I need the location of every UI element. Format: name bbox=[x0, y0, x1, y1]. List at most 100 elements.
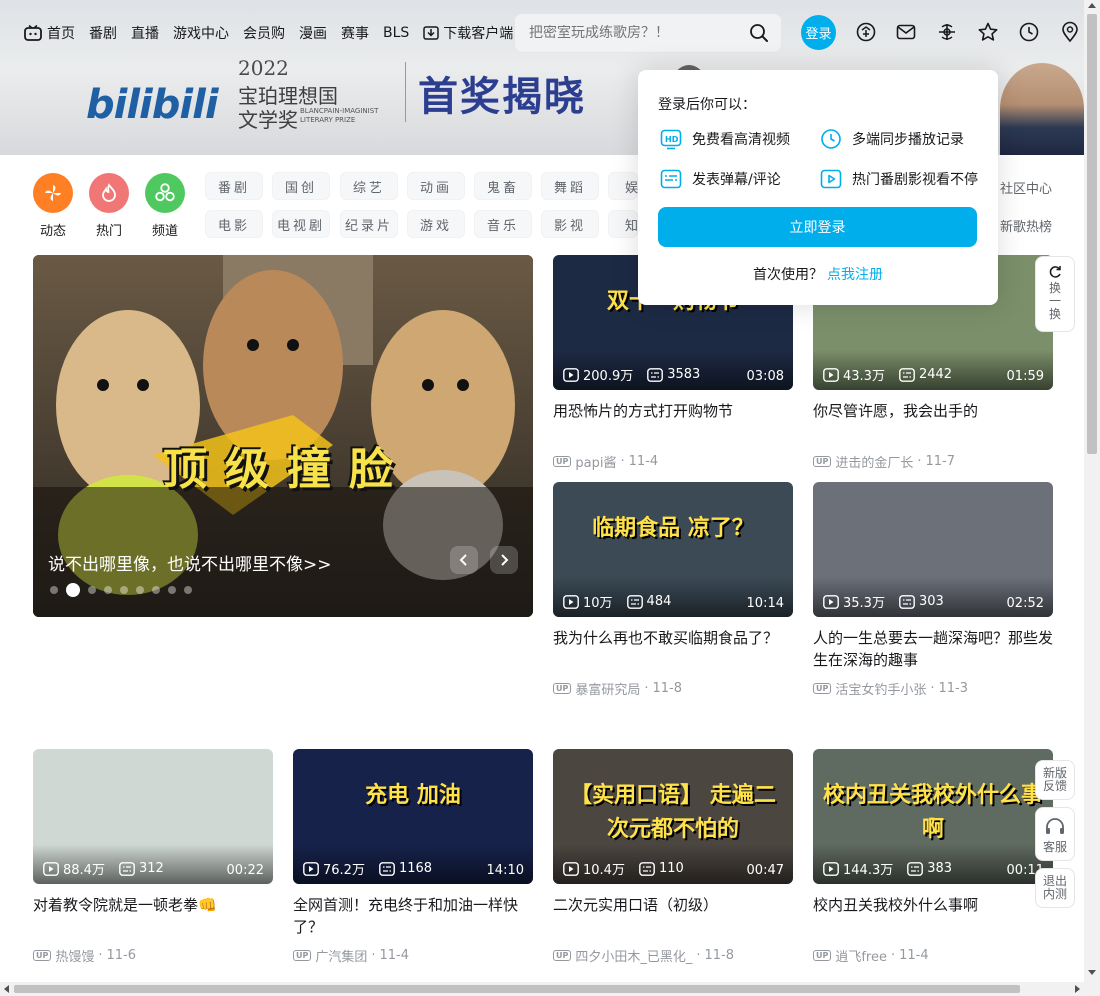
video-card[interactable]: 88.4万 312 00:22 对着教令院就是一顿老拳👊 UP 热馒馒 · 11-6 bbox=[33, 749, 273, 965]
carousel-dot[interactable] bbox=[88, 586, 96, 594]
tag-dance[interactable]: 舞蹈 bbox=[541, 172, 599, 200]
tag-entertainment[interactable]: 娱 bbox=[608, 172, 638, 200]
scroll-right-arrow[interactable] bbox=[1075, 985, 1080, 993]
tag-guichu[interactable]: 鬼畜 bbox=[474, 172, 532, 200]
nav-item-game-center[interactable]: 游戏中心 bbox=[173, 23, 229, 43]
video-title[interactable]: 你尽管许愿，我会出手的 bbox=[813, 400, 1053, 444]
horizontal-scrollbar[interactable] bbox=[0, 982, 1084, 996]
video-card[interactable]: 【实用口语】 走遍二次元都不怕的 10.4万 110 00:47 二次元实用口语（初级）… bbox=[553, 749, 793, 965]
login-avatar-button[interactable]: 登录 bbox=[801, 15, 836, 50]
video-thumbnail[interactable]: 【实用口语】 走遍二次元都不怕的 10.4万 110 00:47 bbox=[553, 749, 793, 884]
carousel-dot[interactable] bbox=[50, 586, 58, 594]
video-title[interactable]: 用恐怖片的方式打开购物节 bbox=[553, 400, 793, 444]
scroll-left-arrow[interactable] bbox=[4, 985, 9, 993]
channel-channels[interactable]: 频道 bbox=[145, 173, 185, 239]
scroll-down-arrow[interactable] bbox=[1088, 970, 1096, 975]
video-card[interactable]: 35.3万 303 02:52 人的一生总要去一趟深海吧？那些发生在深海的趣事 UP 活宝… bbox=[813, 482, 1053, 698]
carousel-dot[interactable] bbox=[152, 586, 160, 594]
customer-service-button[interactable]: 客服 bbox=[1035, 807, 1075, 861]
new-songs-link[interactable]: 新歌热榜 bbox=[1000, 216, 1052, 235]
uploader-name[interactable]: 进击的金厂长 bbox=[835, 452, 913, 471]
channel-hot-circle bbox=[89, 173, 129, 213]
carousel-dot[interactable] bbox=[168, 586, 176, 594]
uploader-name[interactable]: 暴富研究局 bbox=[575, 679, 640, 698]
nav-item-bangumi[interactable]: 番剧 bbox=[89, 23, 117, 43]
uploader-name[interactable]: 活宝女钓手小张 bbox=[835, 679, 926, 698]
tag-knowledge[interactable]: 知 bbox=[608, 210, 638, 238]
vertical-scroll-thumb[interactable] bbox=[1087, 14, 1097, 454]
video-thumbnail[interactable]: 充电 加油 76.2万 1168 14:10 bbox=[293, 749, 533, 884]
carousel[interactable]: 顶级撞脸 说不出哪里像，也说不出哪里不像>> bbox=[33, 255, 533, 617]
video-thumbnail[interactable]: 临期食品 凉了？ 10万 484 10:14 bbox=[553, 482, 793, 617]
tag-animation[interactable]: 动画 bbox=[407, 172, 465, 200]
scroll-up-arrow[interactable] bbox=[1088, 3, 1096, 8]
upload-date: 11-4 bbox=[628, 454, 659, 469]
popup-title: 登录后你可以： bbox=[658, 97, 756, 113]
nav-item-manga[interactable]: 漫画 bbox=[299, 23, 327, 43]
nav-item-live[interactable]: 直播 bbox=[131, 23, 159, 43]
carousel-dot[interactable] bbox=[104, 586, 112, 594]
carousel-prev-button[interactable] bbox=[450, 546, 478, 574]
perk-sync: 多端同步播放记录 bbox=[820, 128, 964, 150]
banner-en-line1: BLANCPAIN-IMAGINIST bbox=[300, 107, 379, 115]
video-thumbnail[interactable]: 35.3万 303 02:52 bbox=[813, 482, 1053, 617]
nav-home[interactable]: 首页 bbox=[24, 23, 75, 43]
favorites-icon[interactable] bbox=[977, 21, 999, 43]
carousel-next-button[interactable] bbox=[490, 546, 518, 574]
dynamic-icon[interactable] bbox=[936, 21, 958, 43]
community-center-link[interactable]: 社区中心 bbox=[1000, 178, 1052, 197]
video-duration: 00:22 bbox=[226, 863, 264, 878]
video-title[interactable]: 全网首测！充电终于和加油一样快了？ bbox=[293, 894, 533, 938]
tag-variety[interactable]: 综艺 bbox=[340, 172, 398, 200]
carousel-dot[interactable] bbox=[66, 583, 80, 597]
video-title[interactable]: 人的一生总要去一趟深海吧？那些发生在深海的趣事 bbox=[813, 627, 1053, 671]
video-card[interactable]: 临期食品 凉了？ 10万 484 10:14 我为什么再也不敢买临期食品了？ UP 暴富研究… bbox=[553, 482, 793, 698]
creation-icon[interactable] bbox=[1059, 21, 1081, 43]
history-icon[interactable] bbox=[1018, 21, 1040, 43]
nav-item-bls[interactable]: BLS bbox=[383, 25, 409, 41]
tag-game[interactable]: 游戏 bbox=[407, 210, 465, 238]
tag-guochuang[interactable]: 国创 bbox=[272, 172, 330, 200]
exit-beta-button[interactable]: 退出 内测 bbox=[1035, 868, 1075, 908]
premium-icon[interactable] bbox=[855, 21, 877, 43]
feedback-button[interactable]: 新版 反馈 bbox=[1035, 760, 1075, 800]
channel-hot[interactable]: 热门 bbox=[89, 173, 129, 239]
search-icon[interactable] bbox=[749, 23, 769, 43]
bilibili-logo[interactable]: bilibili bbox=[86, 82, 219, 128]
refresh-button[interactable]: 换 一 换 bbox=[1035, 256, 1075, 332]
tag-movie[interactable]: 电影 bbox=[205, 210, 263, 238]
video-card[interactable]: 校内丑关我校外什么事啊 144.3万 383 00:11 校内丑关我校外什么事啊 UP 逍飞… bbox=[813, 749, 1053, 965]
video-title[interactable]: 我为什么再也不敢买临期食品了？ bbox=[553, 627, 793, 671]
horizontal-scroll-thumb[interactable] bbox=[14, 985, 1020, 993]
video-thumbnail[interactable]: 88.4万 312 00:22 bbox=[33, 749, 273, 884]
video-card[interactable]: 充电 加油 76.2万 1168 14:10 全网首测！充电终于和加油一样快了？ UP 广汽… bbox=[293, 749, 533, 965]
video-thumbnail[interactable]: 校内丑关我校外什么事啊 144.3万 383 00:11 bbox=[813, 749, 1053, 884]
channel-dynamic[interactable]: 动态 bbox=[33, 173, 73, 239]
tag-music[interactable]: 音乐 bbox=[474, 210, 532, 238]
play-count-icon bbox=[563, 594, 579, 609]
register-link[interactable]: 点我注册 bbox=[827, 267, 883, 283]
carousel-dot[interactable] bbox=[184, 586, 192, 594]
search-input[interactable] bbox=[529, 25, 749, 41]
uploader-name[interactable]: papi酱 bbox=[575, 452, 616, 471]
message-icon[interactable] bbox=[895, 21, 917, 43]
tag-bangumi[interactable]: 番剧 bbox=[205, 172, 263, 200]
nav-item-mall[interactable]: 会员购 bbox=[243, 23, 285, 43]
carousel-dot[interactable] bbox=[136, 586, 144, 594]
uploader-name[interactable]: 逍飞free bbox=[835, 946, 887, 965]
tag-tv-series[interactable]: 电视剧 bbox=[272, 210, 330, 238]
danmaku-count: 383 bbox=[907, 861, 952, 876]
tag-documentary[interactable]: 纪录片 bbox=[340, 210, 398, 238]
video-title[interactable]: 对着教令院就是一顿老拳👊 bbox=[33, 894, 273, 938]
tag-film[interactable]: 影视 bbox=[541, 210, 599, 238]
vertical-scrollbar[interactable] bbox=[1084, 0, 1100, 996]
uploader-name[interactable]: 四夕小田木_已黑化_ bbox=[575, 946, 692, 965]
nav-item-match[interactable]: 赛事 bbox=[341, 23, 369, 43]
video-title[interactable]: 校内丑关我校外什么事啊 bbox=[813, 894, 1053, 938]
popup-login-button[interactable]: 立即登录 bbox=[658, 207, 977, 247]
uploader-name[interactable]: 热馒馒 bbox=[55, 946, 94, 965]
carousel-caption[interactable]: 说不出哪里像，也说不出哪里不像>> bbox=[48, 550, 332, 575]
uploader-name[interactable]: 广汽集团 bbox=[315, 946, 367, 965]
carousel-dot[interactable] bbox=[120, 586, 128, 594]
video-title[interactable]: 二次元实用口语（初级） bbox=[553, 894, 793, 938]
